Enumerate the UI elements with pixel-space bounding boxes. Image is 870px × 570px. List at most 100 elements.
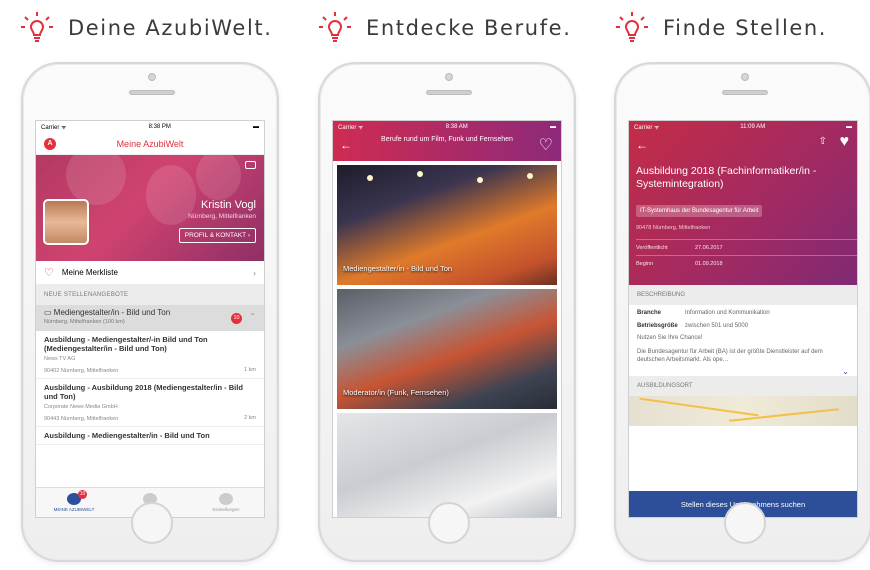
chevron-down-icon[interactable]: ⌄ [629, 367, 857, 376]
item-distance: 2 km [244, 415, 256, 421]
home-button[interactable] [131, 502, 173, 544]
nav-bar: Carrier ᯤ 8:38 AM ▬ ← Berufe rund um Fil… [333, 121, 561, 161]
screen-stellen: Carrier ᯤ 11:09 AM ▬ ← ⇧ ♥ Ausbildung 20… [628, 120, 858, 518]
lightbulb-icon [21, 12, 53, 42]
battery-icon: ▬ [845, 124, 852, 130]
section-header-description: BESCHREIBUNG [629, 285, 857, 305]
item-distance: 1 km [244, 367, 256, 373]
heart-icon: ♡ [44, 267, 54, 279]
earpiece-speaker [722, 90, 768, 95]
status-bar: Carrier ᯤ 8:38 PM ▬ [36, 121, 264, 133]
header-text: Deine AzubiWelt. [68, 16, 273, 40]
list-item[interactable]: Ausbildung - Mediengestalter/in - Bild u… [36, 427, 264, 445]
nav-title: Berufe rund um Film, Funk und Fernsehen [381, 136, 513, 143]
company-location: 90478 Nürnberg, Mittelfranken [636, 225, 711, 231]
start-value: 01.09.2018 [695, 261, 723, 267]
item-location: 90402 Nürnberg, Mittelfranken [44, 368, 119, 374]
back-arrow-icon[interactable]: ← [340, 138, 352, 152]
phone-berufe: Carrier ᯤ 8:38 AM ▬ ← Berufe rund um Fil… [318, 62, 576, 562]
chevron-right-icon: › [253, 267, 256, 278]
home-button[interactable] [428, 502, 470, 544]
tab-label: Einstellungen [212, 507, 240, 512]
header-text: Finde Stellen. [663, 16, 828, 40]
tab-meine-azubiwelt[interactable]: 10 MEINE AZUBIWELT [36, 488, 112, 517]
back-arrow-icon[interactable]: ← [636, 138, 648, 152]
item-title: Ausbildung - Ausbildung 2018 (Mediengest… [44, 383, 243, 401]
battery-icon: ▬ [550, 124, 556, 130]
size-value: zwischen 501 und 5000 [685, 323, 749, 329]
status-time: 8:38 PM [148, 124, 171, 130]
profile-header: Kristin Vogl Nürnberg, Mittelfranken PRO… [36, 155, 264, 261]
profile-location: Nürnberg, Mittelfranken [188, 213, 256, 220]
start-label: Beginn [636, 261, 654, 267]
screen-berufe: Carrier ᯤ 8:38 AM ▬ ← Berufe rund um Fil… [332, 120, 562, 518]
description-intro: Nutzen Sie Ihre Chance! [637, 335, 703, 341]
status-carrier: Carrier ᯤ [634, 125, 660, 131]
company-chip[interactable]: IT-Systemhaus der Bundesagentur für Arbe… [636, 205, 763, 217]
studio-light [367, 175, 373, 181]
location-map[interactable] [629, 396, 857, 426]
merkliste-row[interactable]: ♡ Meine Merkliste › [36, 261, 264, 285]
tab-einstellungen[interactable]: Einstellungen [188, 488, 264, 517]
header-stellen: Finde Stellen. [615, 10, 827, 46]
profile-contact-button[interactable]: PROFIL & KONTAKT › [178, 228, 256, 243]
published-label: Veröffentlicht [636, 245, 668, 251]
divider [636, 255, 857, 256]
arbeitsagentur-logo-icon: A [44, 138, 56, 150]
camera-icon[interactable] [245, 161, 256, 169]
career-tile[interactable]: Moderator/in (Funk, Fernsehen) [337, 289, 557, 409]
job-group-header[interactable]: ▭ Mediengestalter/in - Bild und Ton Nürn… [36, 305, 264, 331]
size-label: Betriebsgröße [637, 323, 678, 329]
tab-label: MEINE AZUBIWELT [53, 507, 95, 512]
background-photo [196, 155, 241, 200]
background-photo [66, 155, 126, 205]
phone-azubiwelt: Carrier ᯤ 8:38 PM ▬ A Meine AzubiWelt Kr… [21, 62, 279, 562]
job-title: Ausbildung 2018 (Fachinformatiker/in - S… [636, 165, 817, 190]
header-berufe: Entdecke Berufe. [318, 10, 571, 46]
gear-icon [219, 493, 233, 505]
item-company: Corporate News Media GmbH [44, 404, 118, 410]
share-icon[interactable]: ⇧ [819, 136, 827, 147]
heart-filled-icon[interactable]: ♥ [840, 133, 850, 151]
nav-bar: A Meine AzubiWelt [36, 133, 264, 155]
list-item[interactable]: Ausbildung - Ausbildung 2018 (Mediengest… [36, 379, 264, 427]
section-header: NEUE STELLENANGEBOTE [36, 285, 264, 305]
status-bar: Carrier ᯤ 8:38 AM ▬ [333, 121, 561, 133]
studio-light [527, 173, 533, 179]
battery-icon: ▬ [253, 124, 259, 130]
avatar[interactable] [43, 199, 89, 245]
front-camera [445, 73, 453, 81]
status-carrier: Carrier ᯤ [338, 125, 364, 131]
branche-label: Branche [637, 310, 662, 316]
item-title: Ausbildung - Mediengestalter/in - Bild u… [44, 431, 210, 440]
nav-title: Meine AzubiWelt [116, 138, 184, 149]
count-badge: 10 [231, 313, 242, 324]
tile-label: Mediengestalter/in - Bild und Ton [343, 264, 453, 273]
status-bar: Carrier ᯤ 11:09 AM ▬ [629, 121, 857, 133]
divider [636, 239, 857, 240]
merkliste-label: Meine Merkliste [61, 268, 118, 277]
studio-light [417, 171, 423, 177]
career-tile[interactable]: Mediengestalter/in - Bild und Ton [337, 165, 557, 285]
item-title: Ausbildung - Mediengestalter/-in Bild un… [44, 335, 208, 353]
earpiece-speaker [426, 90, 472, 95]
map-road [729, 408, 839, 422]
item-company: News TV AG [44, 356, 76, 362]
status-carrier: Carrier ᯤ [41, 125, 67, 131]
list-item[interactable]: Ausbildung - Mediengestalter/-in Bild un… [36, 331, 264, 379]
lightbulb-icon [616, 12, 648, 42]
group-title: ▭ Mediengestalter/in - Bild und Ton [44, 308, 171, 317]
chevron-up-icon: ⌃ [249, 312, 256, 321]
size-row: Betriebsgröße zwischen 501 und 5000 [629, 318, 857, 331]
front-camera [741, 73, 749, 81]
screen-azubiwelt: Carrier ᯤ 8:38 PM ▬ A Meine AzubiWelt Kr… [35, 120, 265, 518]
published-value: 27.06.2017 [695, 245, 723, 251]
header-text: Entdecke Berufe. [366, 16, 572, 40]
job-header: Carrier ᯤ 11:09 AM ▬ ← ⇧ ♥ Ausbildung 20… [629, 121, 857, 285]
status-time: 8:38 AM [445, 124, 468, 130]
heart-icon[interactable]: ♡ [539, 135, 553, 155]
studio-light [477, 177, 483, 183]
home-button[interactable] [724, 502, 766, 544]
status-time: 11:09 AM [740, 124, 766, 130]
group-subtitle: Nürnberg, Mittelfranken (100 km) [44, 319, 125, 325]
